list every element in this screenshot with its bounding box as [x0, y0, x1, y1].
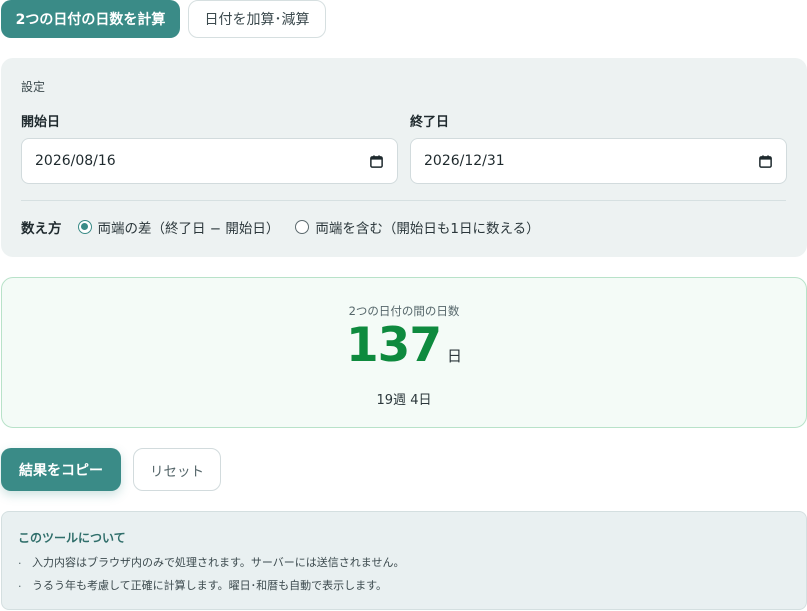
list-item: . うるう年も考慮して正確に計算します。曜日･和暦も自動で表示します。 [18, 577, 387, 593]
calendar-icon[interactable] [758, 154, 773, 169]
result-caption: 2つの日付の間の日数 [348, 304, 460, 318]
bullet: . [18, 577, 22, 590]
tab-bar: 2つの日付の日数を計算 日付を加算･減算 [1, 0, 326, 38]
settings-panel: 設定 開始日 2026/08/16 終了日 2026/12/31 数え方 両端の… [1, 58, 807, 257]
tab-days-between[interactable]: 2つの日付の日数を計算 [1, 0, 180, 38]
copy-result-button[interactable]: 結果をコピー [1, 448, 121, 491]
about-box: このツールについて . 入力内容はブラウザ内のみで処理されます。サーバーには送信… [1, 511, 807, 610]
radio-button[interactable] [77, 220, 92, 234]
radio-label: 両端を含む（開始日も1日に数える） [315, 221, 540, 237]
start-date-label: 開始日 [21, 115, 61, 130]
settings-title: 設定 [21, 80, 46, 94]
result-value: 137 日 [2, 318, 806, 373]
radio-option-inclusive[interactable]: 両端を含む（開始日も1日に数える） [295, 217, 540, 237]
end-date-value: 2026/12/31 [424, 153, 505, 169]
count-mode-row: 数え方 両端の差（終了日 − 開始日） 両端を含む（開始日も1日に数える） [21, 217, 556, 237]
result-card: 2つの日付の間の日数 137 日 19週 4日 [1, 277, 807, 428]
result-unit: 日 [447, 347, 463, 365]
reset-button[interactable]: リセット [133, 448, 221, 491]
about-item-text: 入力内容はブラウザ内のみで処理されます。サーバーには送信されません。 [32, 556, 405, 569]
start-date-value: 2026/08/16 [35, 153, 116, 169]
radio-label: 両端の差（終了日 − 開始日） [97, 221, 280, 237]
list-item: . 入力内容はブラウザ内のみで処理されます。サーバーには送信されません。 [18, 554, 404, 570]
radio-option-difference[interactable]: 両端の差（終了日 − 開始日） [77, 217, 280, 237]
tab-add-subtract[interactable]: 日付を加算･減算 [188, 0, 326, 38]
about-title: このツールについて [18, 531, 126, 545]
start-date-input[interactable]: 2026/08/16 [21, 138, 398, 184]
result-weeks-days: 19週 4日 [376, 393, 432, 408]
result-number: 137 [345, 318, 442, 373]
end-date-input[interactable]: 2026/12/31 [410, 138, 787, 184]
end-date-label: 終了日 [410, 115, 450, 130]
bullet: . [18, 554, 22, 567]
calendar-icon[interactable] [369, 154, 384, 169]
count-mode-label: 数え方 [21, 221, 62, 237]
radio-button[interactable] [295, 220, 310, 234]
about-item-text: うるう年も考慮して正確に計算します。曜日･和暦も自動で表示します。 [32, 579, 387, 592]
divider [21, 200, 786, 201]
